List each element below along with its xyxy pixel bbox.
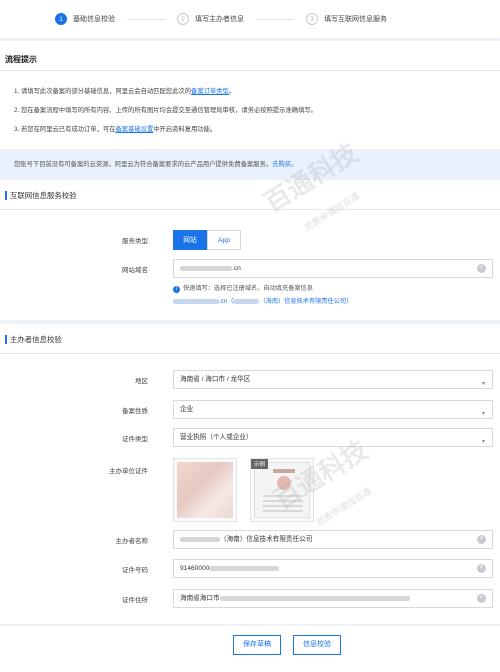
sponsor-name-label: 主办者名称 xyxy=(115,538,149,545)
footer-actions: 保存草稿 信息校验 xyxy=(0,626,500,672)
domain-suffix: .cn xyxy=(232,265,241,272)
buy-link[interactable]: 去购买。 xyxy=(272,161,297,168)
cert-address-input[interactable]: 海南省海口市 × xyxy=(173,589,493,608)
step-2: 2 填写主办者信息 xyxy=(177,13,244,25)
cert-no-label: 证件号码 xyxy=(122,567,148,574)
domain-row: 网站域名 .cn × xyxy=(0,259,500,279)
nature-value: 企业 xyxy=(180,406,194,413)
order-type-link[interactable]: 备案订单类型 xyxy=(191,88,229,95)
sample-license-line xyxy=(263,505,303,507)
redacted-text xyxy=(209,565,280,571)
cert-no-row: 证件号码 91460000 × xyxy=(0,559,500,579)
sample-license-line xyxy=(263,500,303,502)
cert-type-select[interactable]: 营业执照（个人或企业） ▾ xyxy=(173,428,493,447)
process-panel: 流程提示 1. 请填写此次备案的部分基础信息，阿里云会自动匹配您此次的备案订单类… xyxy=(0,41,500,149)
step-2-label: 填写主办者信息 xyxy=(195,16,244,23)
tip-3-end: 中开启资料复用功能。 xyxy=(153,126,217,133)
region-row: 地区 海南省 / 海口市 / 龙华区 ▾ xyxy=(0,370,500,390)
process-title: 流程提示 xyxy=(5,55,37,64)
redacted-text xyxy=(219,595,410,601)
clear-icon[interactable]: × xyxy=(477,535,486,544)
sponsor-section: 主办者信息校验 地区 海南省 / 海口市 / 龙华区 ▾ 备案性质 企业 ▾ 证… xyxy=(0,324,500,624)
redacted-text xyxy=(173,298,219,304)
process-tips: 1. 请填写此次备案的部分基础信息，阿里云会自动匹配您此次的备案订单类型。 2.… xyxy=(0,71,500,139)
clear-icon[interactable]: × xyxy=(477,564,486,573)
redacted-text xyxy=(180,265,232,271)
step-connector xyxy=(256,18,294,20)
cert-type-label: 证件类型 xyxy=(122,436,148,443)
info-badge-icon: i xyxy=(173,286,180,293)
sponsor-section-title: 主办者信息校验 xyxy=(0,324,500,353)
internet-section: 互联网信息服务校验 服务类型 网站 App 网站域名 .cn × i 快速填写：选… xyxy=(0,180,500,320)
cert-no-value: 91460000 xyxy=(180,565,210,572)
chevron-down-icon: ▾ xyxy=(481,381,485,387)
sponsor-name-input[interactable]: （海南）信息技术有限责任公司 × xyxy=(173,530,493,549)
tip-2: 2. 您在备案流程中填写的所有内容、上传的所有图片均会提交至通信管理局审核，请务… xyxy=(14,107,317,114)
cert-address-value: 海南省海口市 xyxy=(180,595,220,602)
quick-fill-domain[interactable]: .cn（ （海南）信息技术有限责任公司） xyxy=(173,296,352,305)
tip-1: 1. 请填写此次备案的部分基础信息，阿里云会自动匹配您此次的备案订单类型。 xyxy=(14,82,500,101)
verify-info-button[interactable]: 信息校验 xyxy=(293,635,341,655)
sponsor-name-value: （海南）信息技术有限责任公司 xyxy=(220,536,313,543)
cert-address-row: 证件住所 海南省海口市 × xyxy=(0,589,500,609)
uploaded-license-image xyxy=(177,462,233,518)
sponsor-name-row: 主办者名称 （海南）信息技术有限责任公司 × xyxy=(0,530,500,550)
cert-no-input[interactable]: 91460000 × xyxy=(173,559,493,578)
step-1: 1 基础信息校验 xyxy=(55,13,115,25)
tip-1-end: 。 xyxy=(228,88,236,95)
region-value: 海南省 / 海口市 / 龙华区 xyxy=(180,376,251,383)
cert-type-row: 证件类型 营业执照（个人或企业） ▾ xyxy=(0,428,500,448)
divider xyxy=(0,209,500,210)
service-type-label: 服务类型 xyxy=(122,238,148,245)
domain-input[interactable]: .cn × xyxy=(173,259,493,278)
domain-label: 网站域名 xyxy=(122,267,148,274)
unit-cert-label: 主办单位证件 xyxy=(109,468,148,475)
step-connector xyxy=(127,18,165,20)
service-type-row: 服务类型 网站 App xyxy=(0,230,500,250)
step-3-number: 3 xyxy=(306,13,318,25)
service-type-website-button[interactable]: 网站 xyxy=(173,230,207,250)
save-draft-button[interactable]: 保存草稿 xyxy=(233,635,281,655)
quick-fill-hint: i 快速填写：选择已注册域名，自动填充备案信息 xyxy=(173,283,313,293)
clear-icon[interactable]: × xyxy=(477,594,486,603)
internet-section-title: 互联网信息服务校验 xyxy=(0,180,500,209)
region-select[interactable]: 海南省 / 海口市 / 龙华区 ▾ xyxy=(173,370,493,389)
resource-notice: 您账号下目前没有可备案的云资源。阿里云为符合备案要求的云产品用户提供免费备案服务… xyxy=(0,153,500,177)
redacted-text xyxy=(180,536,220,542)
sample-license-seal xyxy=(277,476,291,490)
quick-fill-company[interactable]: （海南）信息技术有限责任公司） xyxy=(259,298,352,305)
step-2-number: 2 xyxy=(177,13,189,25)
sample-license-line xyxy=(263,495,303,497)
region-label: 地区 xyxy=(135,378,148,385)
cert-address-label: 证件住所 xyxy=(122,597,148,604)
license-sample[interactable]: 示例 xyxy=(250,458,314,522)
unit-cert-upload[interactable] xyxy=(173,458,237,522)
tip-3-text: 3. 若您在阿里云已有成功订单，可在 xyxy=(14,126,116,133)
chevron-down-icon: ▾ xyxy=(481,411,485,417)
divider xyxy=(0,353,500,354)
quick-fill-text: 快速填写：选择已注册域名，自动填充备案信息 xyxy=(183,285,313,292)
redacted-text xyxy=(233,298,260,304)
nature-select[interactable]: 企业 ▾ xyxy=(173,400,493,419)
sample-tag: 示例 xyxy=(251,459,269,469)
step-3: 3 填写互联网信息服务 xyxy=(306,13,387,25)
sample-license-image xyxy=(254,462,310,518)
stepper: 1 基础信息校验 2 填写主办者信息 3 填写互联网信息服务 xyxy=(0,0,500,38)
notice-text: 您账号下目前没有可备案的云资源。阿里云为符合备案要求的云产品用户提供免费备案服务… xyxy=(14,161,273,168)
step-1-label: 基础信息校验 xyxy=(73,16,115,23)
sample-license-line xyxy=(263,510,303,512)
clear-icon[interactable]: × xyxy=(477,264,486,273)
tip-1-text: 1. 请填写此次备案的部分基础信息，阿里云会自动匹配您此次的 xyxy=(14,88,192,95)
chevron-down-icon: ▾ xyxy=(481,439,485,445)
sample-license-title-bar xyxy=(273,469,295,473)
cert-type-value: 营业执照（个人或企业） xyxy=(180,434,253,441)
step-3-label: 填写互联网信息服务 xyxy=(324,16,387,23)
service-type-app-button[interactable]: App xyxy=(207,230,241,250)
nature-label: 备案性质 xyxy=(122,408,148,415)
basic-settings-link[interactable]: 备案基础设置 xyxy=(115,126,153,133)
tip-3: 3. 若您在阿里云已有成功订单，可在备案基础设置中开启资料复用功能。 xyxy=(14,120,500,139)
nature-row: 备案性质 企业 ▾ xyxy=(0,400,500,420)
quick-fill-domain-suffix[interactable]: .cn（ xyxy=(219,298,233,305)
step-1-number: 1 xyxy=(55,13,67,25)
